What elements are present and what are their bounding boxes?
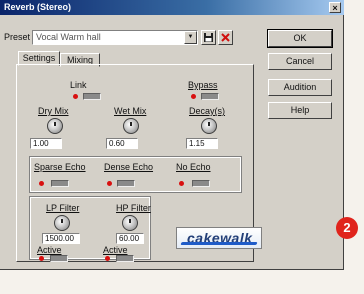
- sparse-echo-toggle[interactable]: [51, 180, 69, 187]
- dry-mix-label: Dry Mix: [38, 106, 69, 116]
- hp-filter-knob[interactable]: [122, 215, 138, 231]
- save-icon[interactable]: [201, 30, 216, 45]
- hp-filter-label: HP Filter: [116, 203, 151, 213]
- hp-filter-active-label: Active: [103, 245, 128, 255]
- no-echo-led: [179, 181, 184, 186]
- cancel-button[interactable]: Cancel: [268, 53, 332, 70]
- bypass-toggle[interactable]: [201, 93, 219, 100]
- lp-filter-active-led: [39, 256, 44, 261]
- delete-icon[interactable]: [218, 30, 233, 45]
- title-bar[interactable]: Reverb (Stereo) ×: [0, 0, 344, 15]
- link-led: [73, 94, 78, 99]
- ok-button[interactable]: OK: [267, 29, 333, 48]
- close-icon[interactable]: ×: [329, 2, 341, 13]
- dry-mix-value[interactable]: 1.00: [30, 138, 62, 149]
- bypass-label: Bypass: [188, 80, 218, 90]
- preset-value: Vocal Warm hall: [36, 32, 101, 42]
- sparse-echo-led: [39, 181, 44, 186]
- dense-echo-label: Dense Echo: [104, 162, 154, 172]
- lp-filter-active-toggle[interactable]: [50, 255, 68, 262]
- preset-label: Preset: [4, 32, 31, 42]
- wet-mix-knob[interactable]: [123, 118, 139, 134]
- link-toggle[interactable]: [83, 93, 101, 100]
- dense-echo-led: [107, 181, 112, 186]
- bypass-led: [191, 94, 196, 99]
- no-echo-toggle[interactable]: [192, 180, 210, 187]
- lp-filter-label: LP Filter: [46, 203, 80, 213]
- reverb-dialog: Reverb (Stereo) × Preset Vocal Warm hall…: [0, 0, 344, 270]
- window-title: Reverb (Stereo): [4, 2, 72, 12]
- decay-label: Decay(s): [189, 106, 226, 116]
- wet-mix-label: Wet Mix: [114, 106, 147, 116]
- sparse-echo-label: Sparse Echo: [34, 162, 86, 172]
- hp-filter-active-led: [105, 256, 110, 261]
- lp-filter-active-label: Active: [37, 245, 62, 255]
- hp-filter-active-toggle[interactable]: [116, 255, 134, 262]
- dry-mix-knob[interactable]: [47, 118, 63, 134]
- lp-filter-knob[interactable]: [54, 215, 70, 231]
- preset-combo[interactable]: Vocal Warm hall ▼: [32, 30, 198, 45]
- lp-filter-value[interactable]: 1500.00: [42, 233, 80, 244]
- decay-knob[interactable]: [201, 118, 217, 134]
- no-echo-label: No Echo: [176, 162, 211, 172]
- audition-button[interactable]: Audition: [268, 79, 332, 96]
- cakewalk-logo: cakewalk: [176, 227, 262, 249]
- link-label: Link: [70, 80, 87, 90]
- chevron-down-icon[interactable]: ▼: [184, 31, 197, 44]
- wet-mix-value[interactable]: 0.60: [106, 138, 138, 149]
- step-number-badge: 2: [336, 217, 358, 239]
- help-button[interactable]: Help: [268, 102, 332, 119]
- decay-value[interactable]: 1.15: [186, 138, 218, 149]
- logo-swoosh: [180, 242, 258, 245]
- hp-filter-value[interactable]: 60.00: [116, 233, 144, 244]
- dense-echo-toggle[interactable]: [117, 180, 135, 187]
